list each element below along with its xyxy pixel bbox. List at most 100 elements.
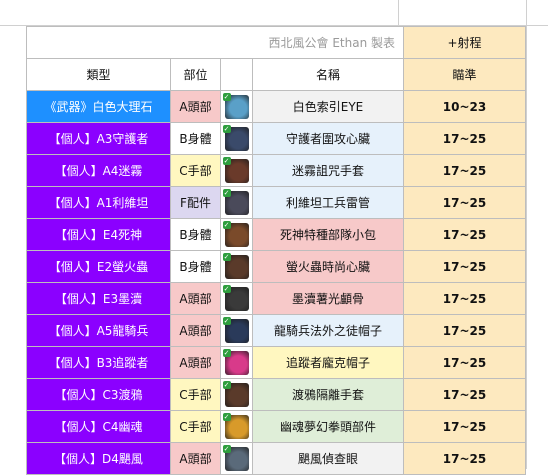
position-cell[interactable]: A頭部: [170, 442, 221, 475]
credit-text: 西北風公會 Ethan 製表: [26, 26, 404, 59]
table-row: 【個人】A5龍騎兵 A頭部 ✓ 龍騎兵法外之徒帽子 17~25: [26, 314, 526, 347]
aim-value-cell[interactable]: 17~25: [403, 250, 526, 283]
check-icon: ✓: [222, 188, 231, 197]
icon-cell[interactable]: ✓: [220, 186, 253, 219]
table-row: 【個人】A4迷霧 C手部 ✓ 迷霧詛咒手套 17~25: [26, 154, 526, 187]
type-cell[interactable]: 【個人】A1利維坦: [26, 186, 171, 219]
type-cell[interactable]: 【個人】C4幽魂: [26, 410, 171, 443]
armor-chest-icon: ✓: [222, 124, 249, 151]
grid-line: [398, 0, 399, 26]
aim-value-cell[interactable]: 17~25: [403, 442, 526, 475]
position-cell[interactable]: B身體: [170, 122, 221, 155]
item-name-cell[interactable]: 颶風偵查眼: [252, 442, 404, 475]
icon-cell[interactable]: ✓: [220, 378, 253, 411]
check-icon: ✓: [222, 92, 231, 101]
item-name-cell[interactable]: 幽魂夢幻拳頭部件: [252, 410, 404, 443]
icon-cell[interactable]: ✓: [220, 154, 253, 187]
header-row: 類型 部位 名稱 瞄準: [26, 58, 526, 91]
check-icon: ✓: [222, 284, 231, 293]
icon-cell[interactable]: ✓: [220, 250, 253, 283]
type-cell[interactable]: 【個人】E2螢火蟲: [26, 250, 171, 283]
type-cell[interactable]: 【個人】A5龍騎兵: [26, 314, 171, 347]
item-name-cell[interactable]: 渡鴉隔離手套: [252, 378, 404, 411]
table-row: 【個人】A1利維坦 F配件 ✓ 利維坦工兵雷管 17~25: [26, 186, 526, 219]
check-icon: ✓: [222, 220, 231, 229]
aim-value-cell[interactable]: 17~25: [403, 346, 526, 379]
item-name-cell[interactable]: 龍騎兵法外之徒帽子: [252, 314, 404, 347]
aim-value-cell[interactable]: 17~25: [403, 378, 526, 411]
item-name-cell[interactable]: 追蹤者龐克帽子: [252, 346, 404, 379]
header-type[interactable]: 類型: [26, 58, 171, 91]
position-cell[interactable]: C手部: [170, 410, 221, 443]
position-cell[interactable]: A頭部: [170, 314, 221, 347]
type-cell[interactable]: 【個人】A3守護者: [26, 122, 171, 155]
type-cell[interactable]: 【個人】C3渡鴉: [26, 378, 171, 411]
position-cell[interactable]: B身體: [170, 250, 221, 283]
glove-icon: ✓: [222, 380, 249, 407]
icon-cell[interactable]: ✓: [220, 410, 253, 443]
type-cell[interactable]: 【個人】E3墨瀆: [26, 282, 171, 315]
header-position[interactable]: 部位: [170, 58, 221, 91]
table-row: 【個人】E2螢火蟲 B身體 ✓ 螢火蟲時尚心臟 17~25: [26, 250, 526, 283]
type-cell[interactable]: 【個人】D4颶風: [26, 442, 171, 475]
item-name-cell[interactable]: 死神特種部隊小包: [252, 218, 404, 251]
item-name-cell[interactable]: 墨瀆薯光顱骨: [252, 282, 404, 315]
trinket-icon: ✓: [222, 188, 249, 215]
aim-value-cell[interactable]: 17~25: [403, 218, 526, 251]
type-cell[interactable]: 【個人】E4死神: [26, 218, 171, 251]
type-cell[interactable]: 【個人】B3追蹤者: [26, 346, 171, 379]
position-cell[interactable]: C手部: [170, 154, 221, 187]
helmet-icon: ✓: [222, 284, 249, 311]
spreadsheet-canvas: 西北風公會 Ethan 製表 +射程 類型 部位 名稱 瞄準 《武器》白色大理石…: [0, 0, 548, 475]
aim-value-cell[interactable]: 17~25: [403, 410, 526, 443]
check-icon: ✓: [222, 412, 231, 421]
item-name-cell[interactable]: 螢火蟲時尚心臟: [252, 250, 404, 283]
item-name-cell[interactable]: 利維坦工兵雷管: [252, 186, 404, 219]
position-cell[interactable]: A頭部: [170, 90, 221, 123]
knuckle-icon: ✓: [222, 412, 249, 439]
check-icon: ✓: [222, 124, 231, 133]
item-name-cell[interactable]: 迷霧詛咒手套: [252, 154, 404, 187]
bag-icon: ✓: [222, 220, 249, 247]
stat-title[interactable]: +射程: [403, 26, 526, 59]
type-cell[interactable]: 【個人】A4迷霧: [26, 154, 171, 187]
aim-value-cell[interactable]: 17~25: [403, 122, 526, 155]
position-cell[interactable]: F配件: [170, 186, 221, 219]
position-cell[interactable]: B身體: [170, 218, 221, 251]
grid-line: [526, 0, 527, 469]
icon-cell[interactable]: ✓: [220, 218, 253, 251]
aim-value-cell[interactable]: 17~25: [403, 154, 526, 187]
position-cell[interactable]: C手部: [170, 378, 221, 411]
icon-cell[interactable]: ✓: [220, 442, 253, 475]
header-aim[interactable]: 瞄準: [403, 58, 526, 91]
check-icon: ✓: [222, 380, 231, 389]
position-cell[interactable]: A頭部: [170, 346, 221, 379]
aim-value-cell[interactable]: 17~25: [403, 314, 526, 347]
position-cell[interactable]: A頭部: [170, 282, 221, 315]
item-name-cell[interactable]: 守護者圍攻心臟: [252, 122, 404, 155]
icon-cell[interactable]: ✓: [220, 122, 253, 155]
icon-cell[interactable]: ✓: [220, 314, 253, 347]
icon-cell[interactable]: ✓: [220, 90, 253, 123]
table-row: 【個人】B3追蹤者 A頭部 ✓ 追蹤者龐克帽子 17~25: [26, 346, 526, 379]
table-row: 《武器》白色大理石 A頭部 ✓ 白色索引EYE 10~23: [26, 90, 526, 123]
header-icon[interactable]: [220, 58, 253, 91]
scope-eye-icon: ✓: [222, 444, 249, 471]
table-row: 【個人】A3守護者 B身體 ✓ 守護者圍攻心臟 17~25: [26, 122, 526, 155]
table-row: 【個人】C3渡鴉 C手部 ✓ 渡鴉隔離手套 17~25: [26, 378, 526, 411]
aim-value-cell[interactable]: 10~23: [403, 90, 526, 123]
icon-cell[interactable]: ✓: [220, 282, 253, 315]
check-icon: ✓: [222, 444, 231, 453]
item-name-cell[interactable]: 白色索引EYE: [252, 90, 404, 123]
type-cell[interactable]: 《武器》白色大理石: [26, 90, 171, 123]
glove-icon: ✓: [222, 156, 249, 183]
icon-cell[interactable]: ✓: [220, 346, 253, 379]
aim-value-cell[interactable]: 17~25: [403, 186, 526, 219]
hat-icon: ✓: [222, 348, 249, 375]
header-name[interactable]: 名稱: [252, 58, 404, 91]
check-icon: ✓: [222, 156, 231, 165]
stat-table: 西北風公會 Ethan 製表 +射程 類型 部位 名稱 瞄準 《武器》白色大理石…: [26, 26, 526, 475]
armor-chest-icon: ✓: [222, 252, 249, 279]
aim-value-cell[interactable]: 17~25: [403, 282, 526, 315]
check-icon: ✓: [222, 316, 231, 325]
